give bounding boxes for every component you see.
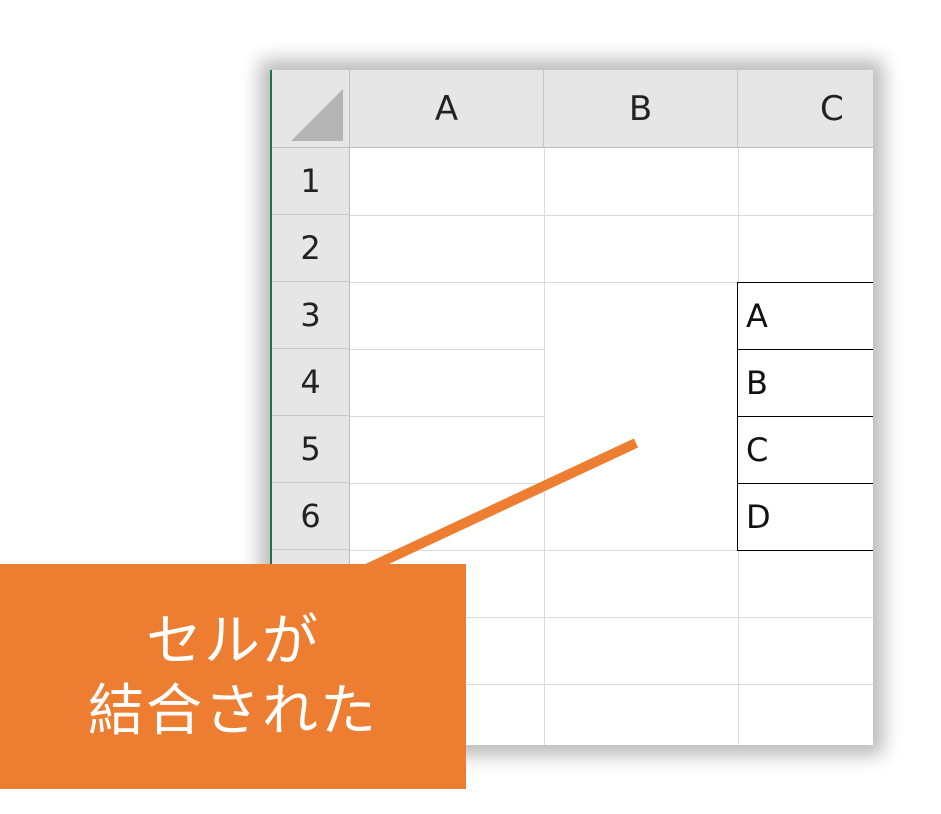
cell-c5[interactable]: C — [737, 416, 873, 484]
column-header-b[interactable]: B — [544, 70, 738, 148]
cell-c6[interactable]: D — [737, 483, 873, 551]
row-header-4[interactable]: 4 — [272, 349, 350, 416]
callout-line-2: 結合された — [88, 678, 378, 744]
select-all-corner[interactable] — [272, 70, 350, 148]
row-header-3[interactable]: 3 — [272, 282, 350, 349]
callout-box: セルが 結合された — [0, 564, 466, 789]
row-header-2[interactable]: 2 — [272, 215, 350, 282]
row-header-6[interactable]: 6 — [272, 483, 350, 550]
row-header-5[interactable]: 5 — [272, 416, 350, 483]
gridline — [350, 215, 873, 216]
row-header-1[interactable]: 1 — [272, 148, 350, 215]
callout-line-1: セルが — [146, 608, 320, 674]
cell-c3[interactable]: A — [737, 282, 873, 350]
column-header-c[interactable]: C — [738, 70, 873, 148]
column-header-a[interactable]: A — [350, 70, 544, 148]
cell-c4[interactable]: B — [737, 349, 873, 417]
merged-cell-b3-b6[interactable] — [545, 283, 737, 549]
select-all-triangle-icon — [291, 89, 343, 141]
